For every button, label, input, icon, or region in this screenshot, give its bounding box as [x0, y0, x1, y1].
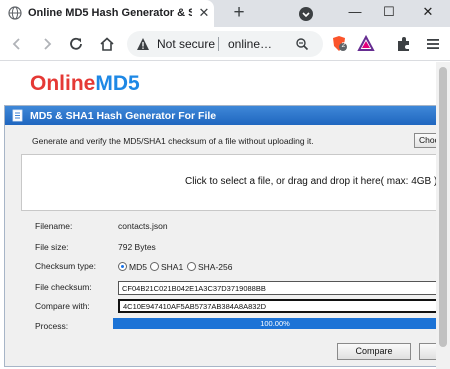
warning-icon[interactable] [136, 37, 150, 51]
omnibox-divider [218, 37, 219, 51]
menu-icon[interactable] [424, 35, 442, 53]
forward-icon[interactable] [38, 35, 56, 53]
drop-zone-text: Click to select a file, or drag and drop… [185, 176, 441, 187]
filename-label: Filename: [35, 221, 73, 231]
address-bar[interactable]: Not secure online… [127, 31, 323, 57]
description-text: Generate and verify the MD5/SHA1 checksu… [32, 136, 314, 146]
file-checksum-field[interactable] [118, 281, 442, 295]
file-drop-zone[interactable]: Click to select a file, or drag and drop… [21, 154, 450, 211]
reload-icon[interactable] [67, 35, 85, 53]
security-status[interactable]: Not secure [157, 37, 215, 51]
logo-online-text: Online [30, 72, 96, 95]
scrollbar-thumb[interactable] [439, 67, 447, 347]
radio-sha1-label[interactable]: SHA1 [161, 262, 183, 272]
tab-search-icon[interactable] [298, 6, 314, 22]
minimize-button[interactable]: — [340, 0, 370, 27]
window-close-button[interactable]: ✕ [413, 0, 443, 27]
radio-sha256-label[interactable]: SHA-256 [198, 262, 233, 272]
radio-sha256-dot[interactable] [187, 262, 196, 271]
filename-value: contacts.json [118, 221, 168, 231]
home-icon[interactable] [98, 35, 116, 53]
filesize-label: File size: [35, 242, 69, 252]
logo-md5-text: MD5 [95, 72, 140, 95]
panel-body: Generate and verify the MD5/SHA1 checksu… [5, 125, 450, 366]
shield-badge-count: 2 [341, 42, 346, 49]
radio-md5-dot[interactable] [118, 262, 127, 271]
file-checksum-label: File checksum: [35, 282, 92, 292]
page-scrollbar[interactable] [436, 62, 450, 369]
maximize-button[interactable]: ☐ [374, 0, 404, 27]
checksum-type-label: Checksum type: [35, 261, 96, 271]
compare-with-label: Compare with: [35, 301, 90, 311]
panel-header: MD5 & SHA1 Hash Generator For File [5, 106, 443, 125]
file-icon [12, 109, 23, 122]
radio-md5-label[interactable]: MD5 [129, 262, 147, 272]
rewards-icon[interactable] [357, 35, 375, 53]
extensions-puzzle-icon[interactable] [395, 35, 413, 53]
radio-sha1-dot[interactable] [150, 262, 159, 271]
compare-with-field[interactable] [118, 299, 442, 313]
process-label: Process: [35, 321, 69, 331]
compare-button[interactable]: Compare [337, 343, 411, 360]
filesize-value: 792 Bytes [118, 242, 156, 252]
site-logo[interactable]: OnlineMD5 [30, 72, 140, 96]
browser-toolbar: Not secure online… 2 [0, 27, 450, 61]
progress-text: 100.00% [260, 319, 290, 328]
url-text[interactable]: online… [228, 37, 272, 51]
zoom-icon[interactable] [295, 37, 309, 51]
new-tab-button[interactable]: + [229, 3, 249, 23]
web-page: OnlineMD5 MD5 & SHA1 Hash Generator For … [0, 62, 450, 369]
tab-strip: Online MD5 Hash Generator & SHA1 ✕ + — ☐… [0, 0, 450, 27]
active-tab[interactable]: Online MD5 Hash Generator & SHA1 ✕ [0, 0, 214, 27]
process-progress-bar: 100.00% [113, 318, 437, 329]
back-icon[interactable] [8, 35, 26, 53]
tab-close-icon[interactable]: ✕ [196, 5, 212, 21]
tab-title: Online MD5 Hash Generator & SHA1 [28, 7, 192, 19]
globe-icon [8, 6, 22, 20]
panel-title: MD5 & SHA1 Hash Generator For File [30, 110, 217, 122]
